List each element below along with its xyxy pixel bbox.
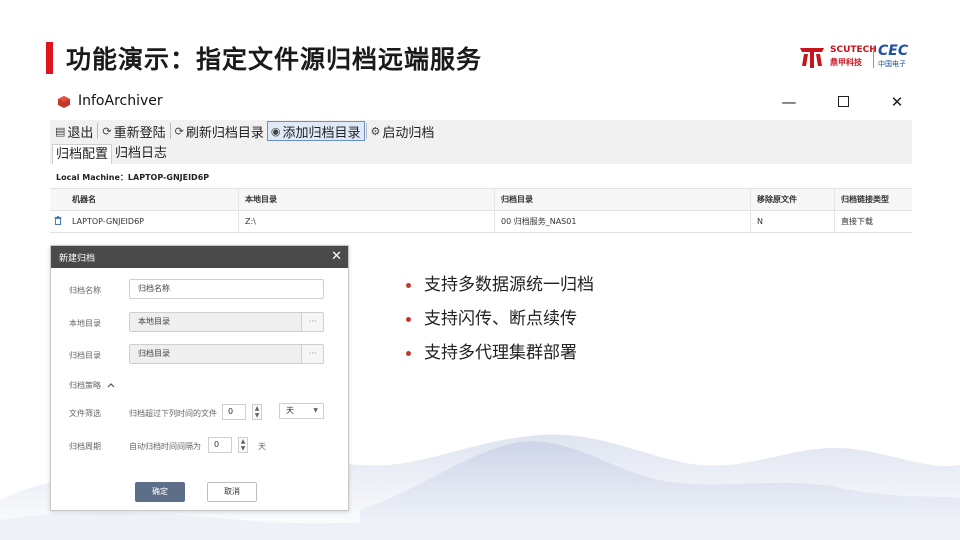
- archive-period-number-input[interactable]: 0: [208, 437, 232, 453]
- feature-text: 支持闪传、断点续传: [424, 309, 577, 329]
- company-logo: SCUTECH 鼎甲科技 CEC 中国电子: [798, 43, 916, 70]
- feature-text: 支持多数据源统一归档: [424, 275, 594, 295]
- file-filter-text: 归档超过下列时间的文件: [129, 409, 217, 418]
- toolbar-separator: [169, 123, 171, 139]
- table-cell: LAPTOP-GNJEID6P: [72, 217, 144, 226]
- exit-icon: ▤: [55, 124, 66, 138]
- new-archive-dialog: 新建归档 ✕ 归档名称 归档名称 本地目录 本地目录 ··· 归档目录 归档目录…: [50, 245, 349, 511]
- title-accent-bar: [46, 42, 53, 74]
- slide-title: 功能演示：指定文件源归档远端服务: [66, 45, 483, 74]
- archive-strategy-toggle[interactable]: 归档策略: [69, 380, 115, 391]
- bullet-dot: [406, 283, 411, 288]
- table-cell: 00 归档服务_NAS01: [494, 211, 750, 232]
- archive-period-stepper[interactable]: ▲ ▼: [238, 437, 248, 453]
- file-filter-unit-select[interactable]: 天 ▼: [279, 403, 324, 419]
- add-folder-icon: ◉: [270, 124, 281, 138]
- add-archive-dir-button[interactable]: ◉ 添加归档目录: [266, 121, 365, 141]
- archive-period-label: 归档周期: [69, 442, 101, 451]
- archive-name-label: 归档名称: [69, 286, 101, 295]
- start-icon: ⚙: [370, 124, 381, 138]
- table-cell: 直接下载: [834, 211, 912, 232]
- scutech-logo-icon: [800, 48, 824, 68]
- start-archive-button[interactable]: ⚙ 启动归档: [368, 121, 438, 141]
- bullet-dot: [406, 351, 411, 356]
- logo-scutech-cn-text: 鼎甲科技: [830, 58, 862, 67]
- archive-period-unit: 天: [258, 442, 266, 451]
- logo-divider: [873, 46, 874, 68]
- toolbar: ▤ 退出 ⟳ 重新登陆 ⟳ 刷新归档目录 ◉ 添加归档目录 ⚙ 启动归档: [50, 120, 912, 142]
- relogin-button[interactable]: ⟳ 重新登陆: [99, 121, 168, 141]
- column-header[interactable]: 移除原文件: [750, 189, 834, 210]
- dialog-header: 新建归档 ✕: [51, 246, 348, 268]
- archive-dir-browse-button[interactable]: ···: [301, 345, 323, 363]
- table-cell: N: [750, 211, 834, 232]
- delete-row-button[interactable]: [50, 216, 66, 227]
- file-filter-label: 文件筛选: [69, 409, 101, 418]
- tab-archive-config[interactable]: 归档配置: [52, 144, 113, 164]
- column-header[interactable]: 归档目录: [494, 189, 750, 210]
- column-header[interactable]: 归档链接类型: [834, 189, 912, 210]
- archive-name-input[interactable]: 归档名称: [129, 279, 324, 299]
- table-header-row: 机器名 本地目录 归档目录 移除原文件 归档链接类型: [50, 189, 912, 211]
- relogin-label: 重新登陆: [113, 125, 166, 141]
- archive-table: 机器名 本地目录 归档目录 移除原文件 归档链接类型 LAPTOP-GNJEID…: [50, 188, 912, 233]
- dialog-title: 新建归档: [59, 254, 96, 264]
- archive-dir-label: 归档目录: [69, 351, 101, 360]
- feature-list: 支持多数据源统一归档 支持闪传、断点续传 支持多代理集群部署: [404, 274, 594, 376]
- feature-text: 支持多代理集群部署: [424, 343, 577, 363]
- app-icon: [58, 96, 70, 108]
- tab-archive-log[interactable]: 归档日志: [112, 144, 170, 164]
- maximize-icon: [837, 96, 849, 107]
- minimize-button[interactable]: —: [776, 91, 802, 113]
- trash-icon: [54, 216, 62, 225]
- add-archive-dir-label: 添加归档目录: [282, 125, 361, 141]
- chevron-up-icon: [107, 383, 114, 388]
- window-title: InfoArchiver: [78, 93, 163, 109]
- archive-strategy-label: 归档策略: [69, 381, 101, 390]
- table-cell: Z:\: [238, 211, 494, 232]
- exit-label: 退出: [67, 125, 94, 141]
- cancel-button[interactable]: 取消: [207, 482, 257, 502]
- file-filter-unit-value: 天: [286, 406, 294, 415]
- archive-dir-input[interactable]: 归档目录 ···: [129, 344, 324, 364]
- archive-period-text: 自动归档时间间隔为: [129, 442, 201, 451]
- local-dir-label: 本地目录: [69, 319, 101, 328]
- local-dir-browse-button[interactable]: ···: [301, 313, 323, 331]
- list-item: 支持闪传、断点续传: [404, 308, 594, 342]
- refresh-archive-dir-button[interactable]: ⟳ 刷新归档目录: [172, 121, 267, 141]
- list-item: 支持多数据源统一归档: [404, 274, 594, 308]
- chevron-down-icon: ▼: [313, 407, 318, 414]
- local-machine-label: Local Machine：LAPTOP-GNJEID6P: [56, 173, 210, 182]
- logo-cec-text: CEC: [878, 43, 909, 59]
- dialog-close-icon[interactable]: ✕: [331, 248, 342, 266]
- refresh-icon: ⟳: [102, 124, 112, 138]
- tab-bar: 归档配置 归档日志: [50, 142, 912, 164]
- logo-scutech-text: SCUTECH: [830, 45, 877, 55]
- local-dir-input[interactable]: 本地目录 ···: [129, 312, 324, 332]
- column-header[interactable]: 机器名: [66, 194, 238, 205]
- toolbar-separator: [365, 123, 367, 139]
- toolbar-separator: [97, 123, 99, 139]
- window-titlebar: InfoArchiver — ✕: [50, 88, 912, 116]
- archive-dir-placeholder: 归档目录: [138, 349, 170, 358]
- bullet-dot: [406, 317, 411, 322]
- refresh-icon: ⟳: [174, 124, 184, 138]
- close-button[interactable]: ✕: [884, 91, 910, 113]
- local-dir-placeholder: 本地目录: [138, 317, 170, 326]
- file-filter-stepper[interactable]: ▲ ▼: [252, 404, 262, 420]
- infoarchiver-window: InfoArchiver — ✕ ▤ 退出 ⟳ 重新登陆 ⟳ 刷新归档目录 ◉ …: [50, 88, 912, 233]
- confirm-button[interactable]: 确定: [135, 482, 185, 502]
- refresh-archive-dir-label: 刷新归档目录: [185, 125, 264, 141]
- column-header[interactable]: 本地目录: [238, 189, 494, 210]
- maximize-button[interactable]: [830, 91, 856, 113]
- list-item: 支持多代理集群部署: [404, 342, 594, 376]
- start-archive-label: 启动归档: [382, 125, 435, 141]
- table-row[interactable]: LAPTOP-GNJEID6P Z:\ 00 归档服务_NAS01 N 直接下载: [50, 211, 912, 233]
- file-filter-number-input[interactable]: 0: [222, 404, 246, 420]
- exit-button[interactable]: ▤ 退出: [52, 121, 96, 141]
- logo-cec-cn-text: 中国电子: [878, 60, 906, 68]
